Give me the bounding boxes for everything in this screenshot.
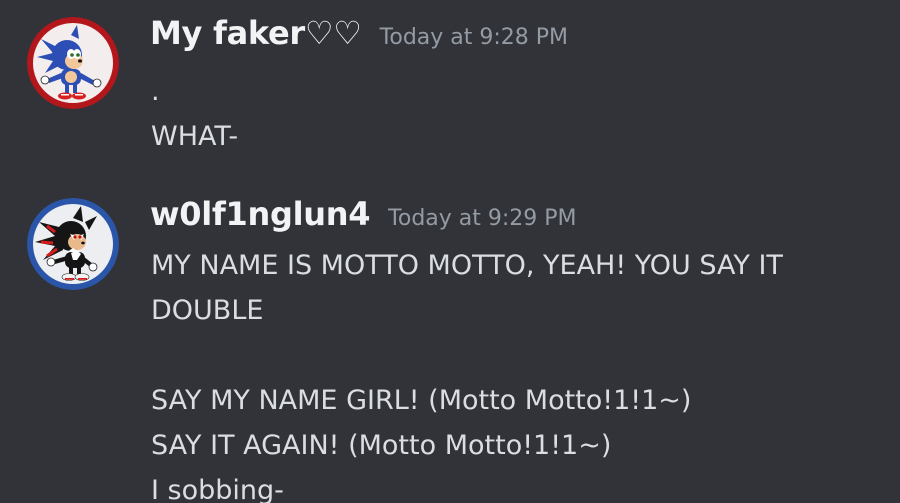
message-line: WHAT- bbox=[151, 121, 239, 152]
message-line: SAY MY NAME GIRL! (Motto Motto!1!1~) bbox=[151, 385, 692, 416]
shadow-avatar-icon[interactable] bbox=[27, 198, 119, 290]
sonic-avatar-icon[interactable] bbox=[27, 17, 119, 109]
message-line: MY NAME IS MOTTO MOTTO, YEAH! YOU SAY IT bbox=[151, 250, 783, 281]
username[interactable]: w0lf1nglun4 bbox=[150, 195, 370, 233]
message-content: MY NAME IS MOTTO MOTTO, YEAH! YOU SAY IT… bbox=[151, 243, 783, 503]
timestamp: Today at 9:28 PM bbox=[379, 25, 569, 50]
message-line: SAY IT AGAIN! (Motto Motto!1!1~) bbox=[151, 430, 612, 461]
chat-message-list: My faker♡♡ Today at 9:28 PM . WHAT- w0lf… bbox=[0, 0, 900, 503]
username[interactable]: My faker♡♡ bbox=[150, 14, 362, 52]
message-line: . bbox=[151, 76, 160, 107]
message-header: w0lf1nglun4 Today at 9:29 PM bbox=[150, 195, 577, 233]
message-line-blank bbox=[151, 333, 783, 378]
message-content: . WHAT- bbox=[151, 69, 238, 159]
timestamp: Today at 9:29 PM bbox=[388, 206, 577, 231]
message-line: DOUBLE bbox=[151, 295, 264, 326]
message-line: I sobbing- bbox=[151, 475, 284, 503]
message-header: My faker♡♡ Today at 9:28 PM bbox=[150, 14, 568, 52]
